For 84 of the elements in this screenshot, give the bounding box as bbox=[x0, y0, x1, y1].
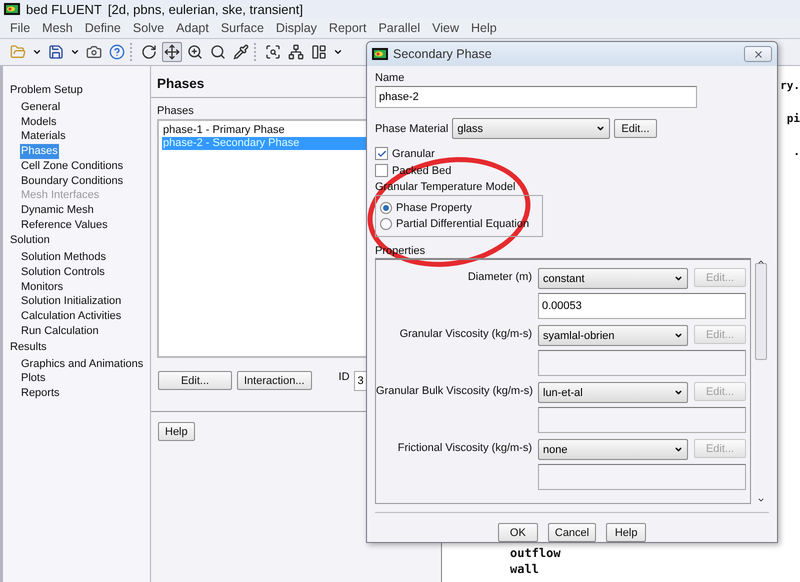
radio-button[interactable] bbox=[380, 218, 392, 230]
window-title: bed FLUENT bbox=[26, 2, 102, 16]
checkbox[interactable] bbox=[375, 164, 388, 177]
method-dropdown[interactable]: syamlal-obrien bbox=[538, 325, 688, 346]
tree-section[interactable]: Problem Setup bbox=[10, 84, 83, 96]
tree-item[interactable]: Graphics and Animations bbox=[20, 356, 144, 372]
cancel-button[interactable]: Cancel bbox=[548, 523, 596, 542]
tree-item[interactable]: Dynamic Mesh bbox=[20, 202, 95, 218]
property-label: Granular Viscosity (kg/m-s) bbox=[398, 327, 532, 340]
edit-button[interactable]: Edit... bbox=[614, 119, 656, 138]
console-line: outflow bbox=[510, 545, 562, 561]
property-label: Granular Bulk Viscosity (kg/m-s) bbox=[376, 384, 532, 397]
value-field[interactable] bbox=[538, 464, 746, 490]
tree-item[interactable]: Plots bbox=[20, 371, 46, 386]
window-subtitle: [2d, pbns, eulerian, ske, transient] bbox=[108, 2, 303, 16]
console-line: . bbox=[793, 144, 800, 160]
caret-icon bbox=[674, 331, 683, 340]
material-label: Phase Material bbox=[375, 122, 448, 134]
tree-section[interactable]: Results bbox=[10, 340, 47, 353]
edit-button[interactable]: Edit... bbox=[158, 371, 232, 390]
tree-section[interactable]: Solution bbox=[10, 234, 50, 246]
close-button[interactable] bbox=[744, 46, 772, 62]
property-label: Frictional Viscosity (kg/m-s) bbox=[396, 441, 532, 454]
caret-icon bbox=[674, 445, 683, 454]
dialog-logo bbox=[372, 48, 388, 60]
menu-item[interactable]: File bbox=[4, 21, 36, 35]
menu-item[interactable]: Adapt bbox=[170, 21, 215, 35]
value-field[interactable] bbox=[538, 350, 746, 376]
interaction-button[interactable]: Interaction... bbox=[237, 371, 312, 390]
tree-item[interactable]: Materials bbox=[20, 129, 67, 144]
network-icon[interactable] bbox=[286, 42, 306, 62]
menu-item[interactable]: View bbox=[426, 21, 466, 35]
name-field[interactable]: phase-2 bbox=[375, 86, 697, 108]
console-line: wall bbox=[510, 561, 540, 577]
move-icon[interactable] bbox=[162, 42, 182, 62]
caret-icon bbox=[596, 124, 606, 133]
radio-button[interactable] bbox=[380, 202, 392, 214]
help-button[interactable]: Help bbox=[158, 422, 195, 441]
close-icon bbox=[752, 48, 764, 60]
menu-item[interactable]: Report bbox=[322, 21, 372, 35]
scrollbar[interactable] bbox=[754, 258, 768, 504]
property-label: Diameter (m) bbox=[466, 270, 532, 283]
value-field[interactable] bbox=[538, 407, 746, 433]
scroll-down-icon[interactable] bbox=[757, 496, 765, 504]
checkbox[interactable] bbox=[375, 147, 388, 160]
tree-item[interactable]: Calculation Activities bbox=[20, 309, 122, 324]
menu-item[interactable]: Mesh bbox=[36, 21, 79, 35]
method-dropdown[interactable]: lun-et-al bbox=[538, 382, 688, 403]
caret-icon bbox=[674, 274, 683, 283]
ok-button[interactable]: OK bbox=[498, 523, 538, 542]
tree-item[interactable]: Solution Controls bbox=[20, 265, 106, 280]
dialog-title: Secondary Phase bbox=[393, 47, 492, 61]
menu-item[interactable]: Define bbox=[78, 21, 127, 35]
tree-item[interactable]: Monitors bbox=[20, 280, 64, 294]
tree-item[interactable]: General bbox=[20, 100, 62, 115]
name-label: Name bbox=[375, 72, 406, 84]
tree-item[interactable]: Solution Initialization bbox=[20, 294, 122, 310]
method-dropdown[interactable]: none bbox=[538, 439, 688, 460]
tree-item[interactable]: Cell Zone Conditions bbox=[20, 158, 124, 174]
console-line: pi bbox=[786, 111, 800, 127]
menu-item[interactable]: Display bbox=[270, 21, 323, 35]
console-line: ry. bbox=[780, 78, 800, 94]
tree-item[interactable]: Reference Values bbox=[20, 218, 109, 232]
tree-item[interactable]: Models bbox=[20, 114, 58, 130]
tree-item[interactable]: Boundary Conditions bbox=[20, 174, 124, 188]
checkbox-label: Granular bbox=[392, 148, 435, 160]
menu-item[interactable]: Solve bbox=[126, 21, 170, 35]
menu-item[interactable]: Parallel bbox=[372, 21, 426, 35]
help-button[interactable]: Help bbox=[606, 523, 646, 542]
menu-item[interactable]: Surface bbox=[214, 21, 270, 35]
material-dropdown[interactable]: glass bbox=[452, 118, 610, 139]
tree-item[interactable]: Reports bbox=[20, 386, 61, 401]
list-label: Phases bbox=[156, 104, 195, 119]
app-logo bbox=[4, 3, 20, 15]
id-label: ID bbox=[338, 371, 350, 385]
radio-label: Phase Property bbox=[396, 202, 472, 214]
menu-item[interactable]: Help bbox=[465, 21, 503, 35]
tree-item[interactable]: Solution Methods bbox=[20, 250, 107, 266]
eyedropper-icon[interactable] bbox=[231, 42, 251, 62]
help-icon[interactable] bbox=[107, 42, 127, 62]
tree-item[interactable]: Run Calculation bbox=[20, 324, 100, 339]
caret-icon bbox=[674, 388, 683, 397]
method-dropdown[interactable]: constant bbox=[538, 268, 688, 289]
value-field[interactable]: 0.00053 bbox=[538, 293, 746, 319]
